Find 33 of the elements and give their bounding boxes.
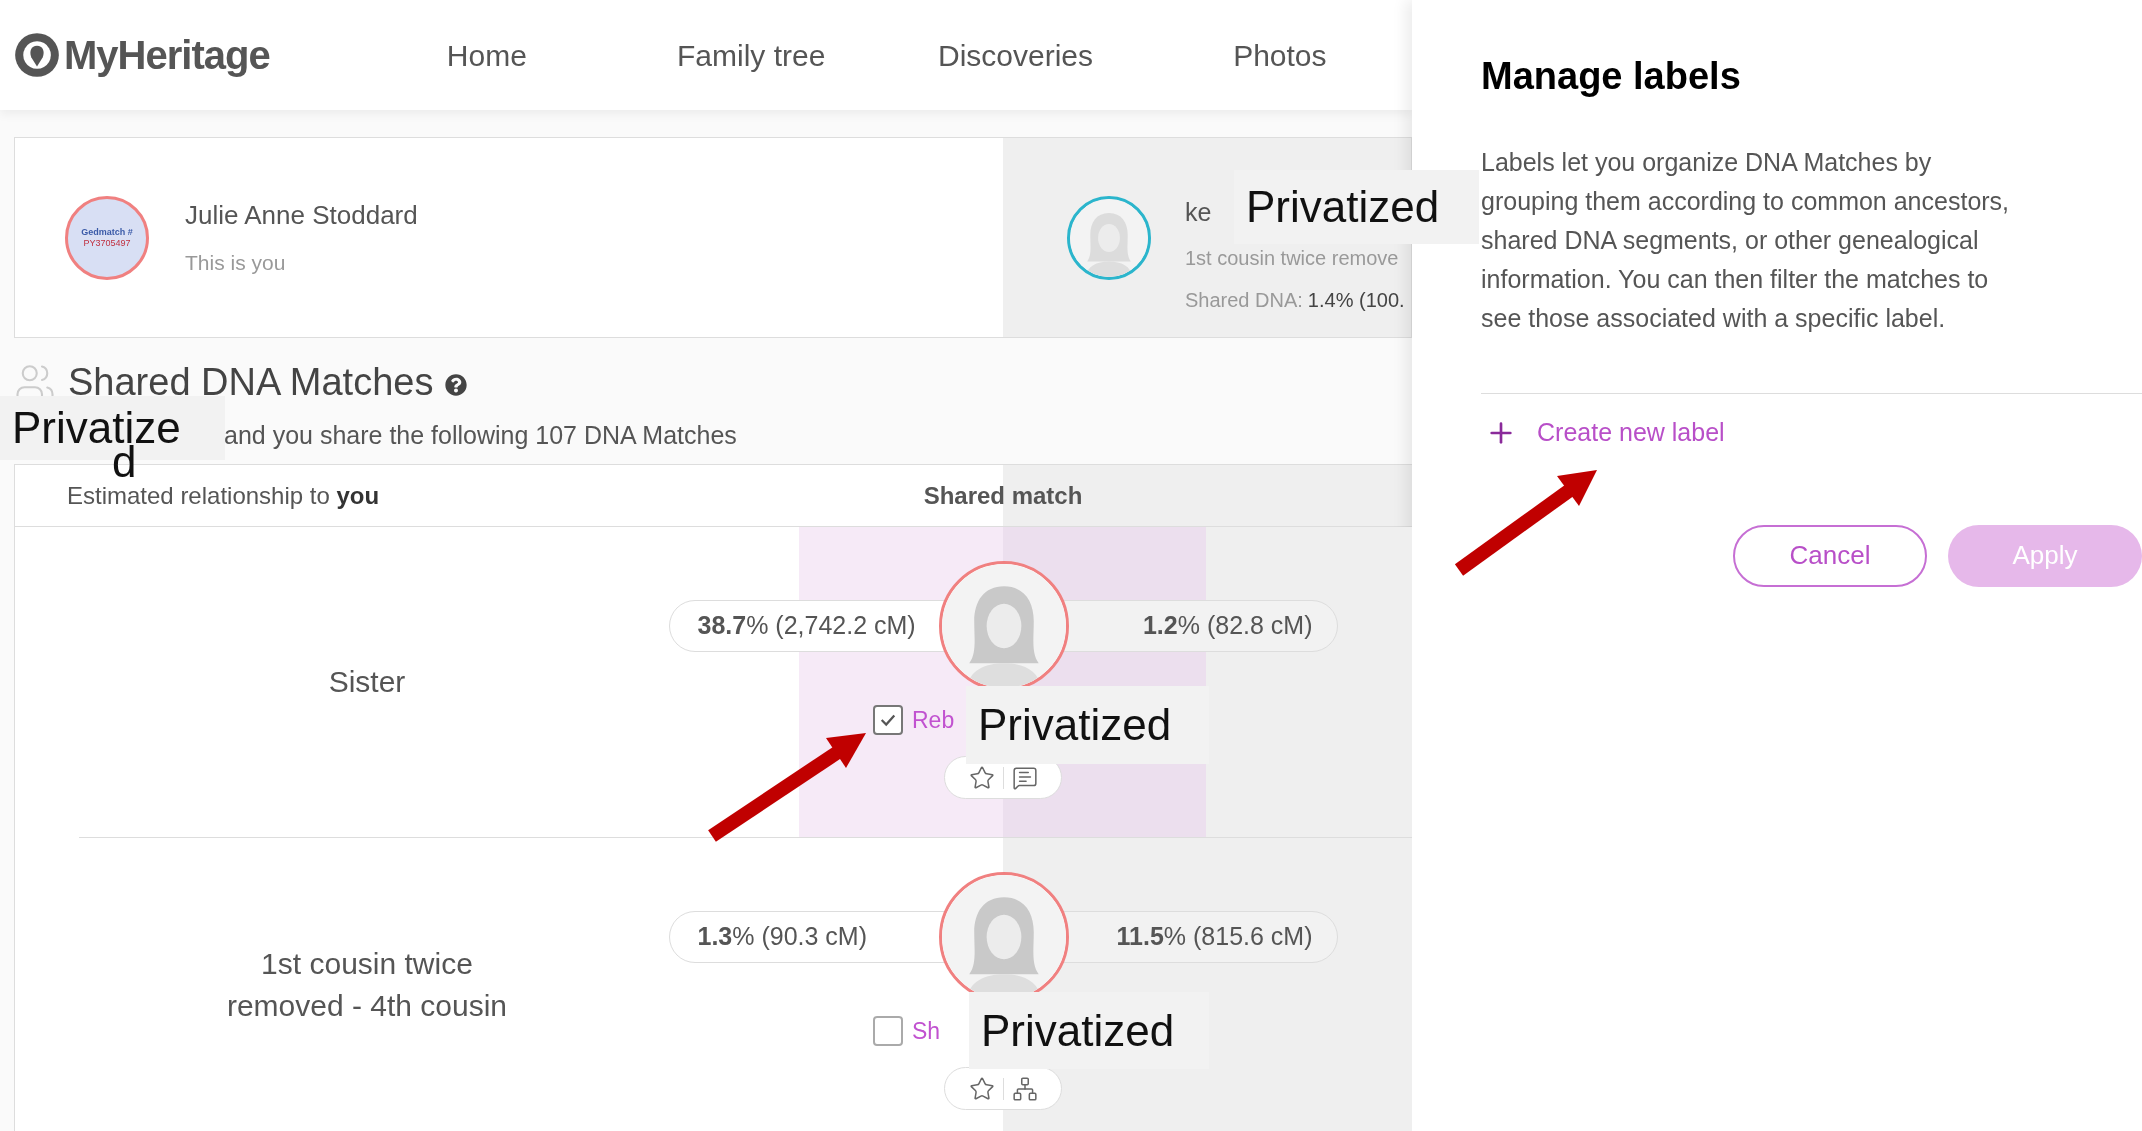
shared-dna-value: 1.4% (100. xyxy=(1307,288,1405,314)
redaction-label: Privatized xyxy=(966,686,1209,764)
avatar-text: PY3705497 xyxy=(83,237,131,249)
help-icon[interactable] xyxy=(445,374,468,396)
nav-link[interactable]: Discoveries xyxy=(883,32,1148,78)
star-icon[interactable] xyxy=(968,764,995,791)
user-name: Julie Anne Stoddard xyxy=(185,199,418,233)
label-name[interactable]: Reb xyxy=(912,702,955,738)
tree-icon[interactable] xyxy=(1011,1075,1038,1102)
label-name[interactable]: Sh xyxy=(912,1013,941,1049)
column-header: Estimated relationship to you xyxy=(67,481,380,509)
panel-description: Labels let you organize DNA Matches by grouping them according to common ancestors, shared DNA segments, or other genealogical information. You can then filter the matches to see those associated with a specific label. xyxy=(1481,147,2011,334)
label-checkbox[interactable] xyxy=(873,705,903,735)
column-header: Shared match xyxy=(922,480,1084,511)
nav-link[interactable]: Home xyxy=(354,32,619,78)
label-checkbox[interactable] xyxy=(873,1016,903,1046)
logo-icon xyxy=(14,32,60,78)
star-icon[interactable] xyxy=(968,1075,995,1102)
nav-link[interactable]: Family tree xyxy=(619,32,884,78)
nav-link[interactable]: Photos xyxy=(1147,32,1412,78)
avatar-text: Gedmatch # xyxy=(81,226,133,238)
create-label-link[interactable]: Create new label xyxy=(1537,414,1725,452)
match-relationship: 1st cousin twice remove xyxy=(1185,246,1399,272)
relationship-text: Sister xyxy=(328,664,406,700)
comment-icon[interactable] xyxy=(1011,764,1038,791)
relationship-text: 1st cousin twice removed - 4th cousin xyxy=(225,945,509,1024)
panel-title: Manage labels xyxy=(1481,54,1742,99)
section-subtitle: and you share the following 107 DNA Matches xyxy=(224,420,737,452)
user-subtitle: This is you xyxy=(185,250,287,277)
cancel-button[interactable]: Cancel xyxy=(1733,524,1927,587)
logo-text[interactable]: MyHeritage xyxy=(64,25,270,85)
match-name[interactable]: ke xyxy=(1185,193,1212,232)
shared-dna-label: Shared DNA: xyxy=(1185,288,1303,314)
